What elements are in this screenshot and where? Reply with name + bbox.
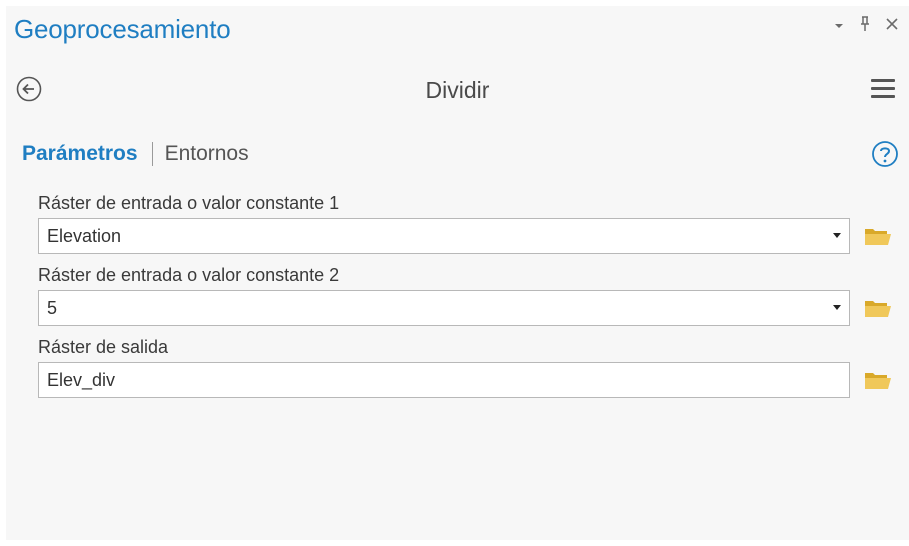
help-icon[interactable] [871, 140, 899, 168]
field-value: Elev_div [47, 370, 116, 390]
tab-parametros[interactable]: Parámetros [22, 142, 138, 166]
field-value: 5 [47, 298, 58, 318]
param-label: Ráster de entrada o valor constante 1 [38, 193, 340, 213]
tool-toolbar: Dividir [6, 68, 909, 108]
param-label: Ráster de salida [38, 337, 169, 357]
field-row: Elev_div [38, 362, 898, 400]
param-label: Ráster de entrada o valor constante 2 [38, 265, 340, 285]
geoprocessing-pane: Geoprocesamiento Dividir Parámetros Ento… [0, 0, 909, 546]
field-row: 5 [38, 290, 898, 328]
input-raster-2-combobox[interactable]: 5 [38, 290, 850, 326]
param-input-raster-2: Ráster de entrada o valor constante 2 5 [38, 264, 898, 328]
window-controls [833, 16, 899, 36]
close-icon[interactable] [885, 17, 899, 35]
field-value: Elevation [47, 226, 122, 246]
output-raster-field[interactable]: Elev_div [38, 362, 850, 398]
input-raster-1-combobox[interactable]: Elevation [38, 218, 850, 254]
tool-title: Dividir [425, 77, 490, 103]
tab-bar: Parámetros Entornos [22, 142, 249, 166]
param-input-raster-1: Ráster de entrada o valor constante 1 El… [38, 192, 898, 256]
tab-entornos[interactable]: Entornos [165, 142, 249, 166]
folder-icon[interactable] [864, 369, 892, 391]
folder-icon[interactable] [864, 297, 892, 319]
field-row: Elevation [38, 218, 898, 256]
pin-icon[interactable] [859, 16, 871, 36]
tab-divider [151, 142, 153, 166]
param-output-raster: Ráster de salida Elev_div [38, 336, 898, 400]
pane-titlebar: Geoprocesamiento [6, 6, 909, 48]
menu-icon[interactable] [871, 79, 895, 99]
folder-icon[interactable] [864, 225, 892, 247]
chevron-down-icon[interactable] [833, 233, 841, 238]
chevron-down-icon[interactable] [833, 17, 845, 35]
pane-title: Geoprocesamiento [14, 14, 231, 44]
chevron-down-icon[interactable] [833, 305, 841, 310]
